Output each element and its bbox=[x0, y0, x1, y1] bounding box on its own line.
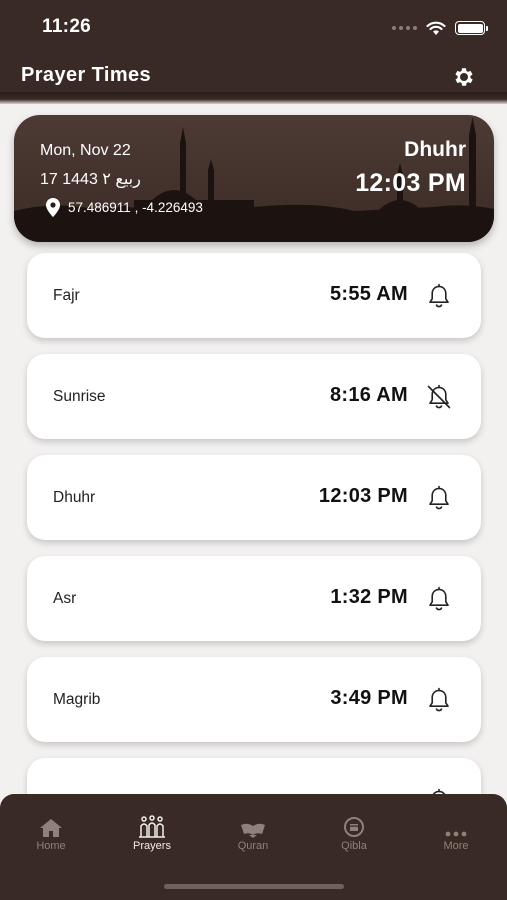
status-time: 11:26 bbox=[42, 16, 92, 37]
bell-icon[interactable] bbox=[425, 484, 453, 512]
prayer-row-dhuhr[interactable]: Dhuhr 12:03 PM bbox=[27, 455, 481, 540]
nav-more-label: More bbox=[443, 840, 469, 852]
prayer-row-fajr[interactable]: Fajr 5:55 AM bbox=[27, 253, 481, 338]
prayer-time: 8:16 AM bbox=[329, 384, 408, 406]
nav-quran-label: Quran bbox=[237, 840, 269, 852]
header-divider bbox=[0, 92, 507, 104]
current-prayer-name: Dhuhr bbox=[404, 138, 466, 161]
prayer-name: Asr bbox=[53, 590, 77, 607]
bell-icon[interactable] bbox=[425, 686, 453, 714]
prayers-icon bbox=[139, 815, 165, 838]
nav-more[interactable]: More bbox=[416, 812, 496, 852]
nav-quran[interactable]: Quran bbox=[213, 812, 293, 852]
nav-qibla-label: Qibla bbox=[341, 840, 367, 852]
prayer-time: 5:55 AM bbox=[329, 283, 408, 305]
gregorian-date: Mon, Nov 22 bbox=[40, 142, 131, 159]
home-indicator[interactable] bbox=[164, 884, 344, 889]
nav-home-label: Home bbox=[36, 840, 66, 852]
prayer-name: Sunrise bbox=[53, 388, 106, 405]
current-prayer-card: Mon, Nov 22 17 ربيع ٢ 1443 57.486911 , -… bbox=[14, 115, 494, 242]
signal-icon bbox=[392, 26, 417, 30]
nav-prayers[interactable]: Prayers bbox=[112, 812, 192, 852]
home-icon bbox=[40, 819, 62, 837]
bell-off-icon[interactable] bbox=[425, 383, 453, 411]
more-icon bbox=[445, 831, 467, 837]
prayer-row-sunrise[interactable]: Sunrise 8:16 AM bbox=[27, 354, 481, 439]
nav-qibla[interactable]: Qibla bbox=[314, 812, 394, 852]
hijri-date: 17 ربيع ٢ 1443 bbox=[40, 171, 141, 188]
location-coordinates: 57.486911 , -4.226493 bbox=[68, 200, 203, 215]
nav-prayers-label: Prayers bbox=[133, 840, 171, 852]
top-bar: 11:26 Prayer Times bbox=[0, 0, 507, 104]
bell-icon[interactable] bbox=[425, 585, 453, 613]
nav-home[interactable]: Home bbox=[11, 812, 91, 852]
settings-button[interactable] bbox=[451, 64, 477, 90]
prayer-time: 1:32 PM bbox=[330, 586, 408, 608]
status-icons bbox=[392, 18, 488, 38]
bell-icon[interactable] bbox=[425, 282, 453, 310]
quran-icon bbox=[241, 823, 265, 838]
location-pin-icon bbox=[46, 198, 60, 217]
wifi-icon bbox=[426, 21, 446, 35]
prayer-row-asr[interactable]: Asr 1:32 PM bbox=[27, 556, 481, 641]
prayer-row-magrib[interactable]: Magrib 3:49 PM bbox=[27, 657, 481, 742]
prayer-name: Dhuhr bbox=[53, 489, 96, 506]
page-title: Prayer Times bbox=[21, 64, 152, 86]
prayer-name: Fajr bbox=[53, 287, 80, 304]
location-row: 57.486911 , -4.226493 bbox=[46, 198, 203, 217]
battery-icon bbox=[455, 21, 488, 35]
gear-icon bbox=[455, 68, 473, 86]
prayer-time: 3:49 PM bbox=[330, 687, 408, 709]
prayer-time: 12:03 PM bbox=[318, 485, 408, 507]
prayer-name: Magrib bbox=[53, 691, 101, 708]
qibla-icon bbox=[344, 817, 364, 837]
current-prayer-time: 12:03 PM bbox=[355, 169, 466, 197]
